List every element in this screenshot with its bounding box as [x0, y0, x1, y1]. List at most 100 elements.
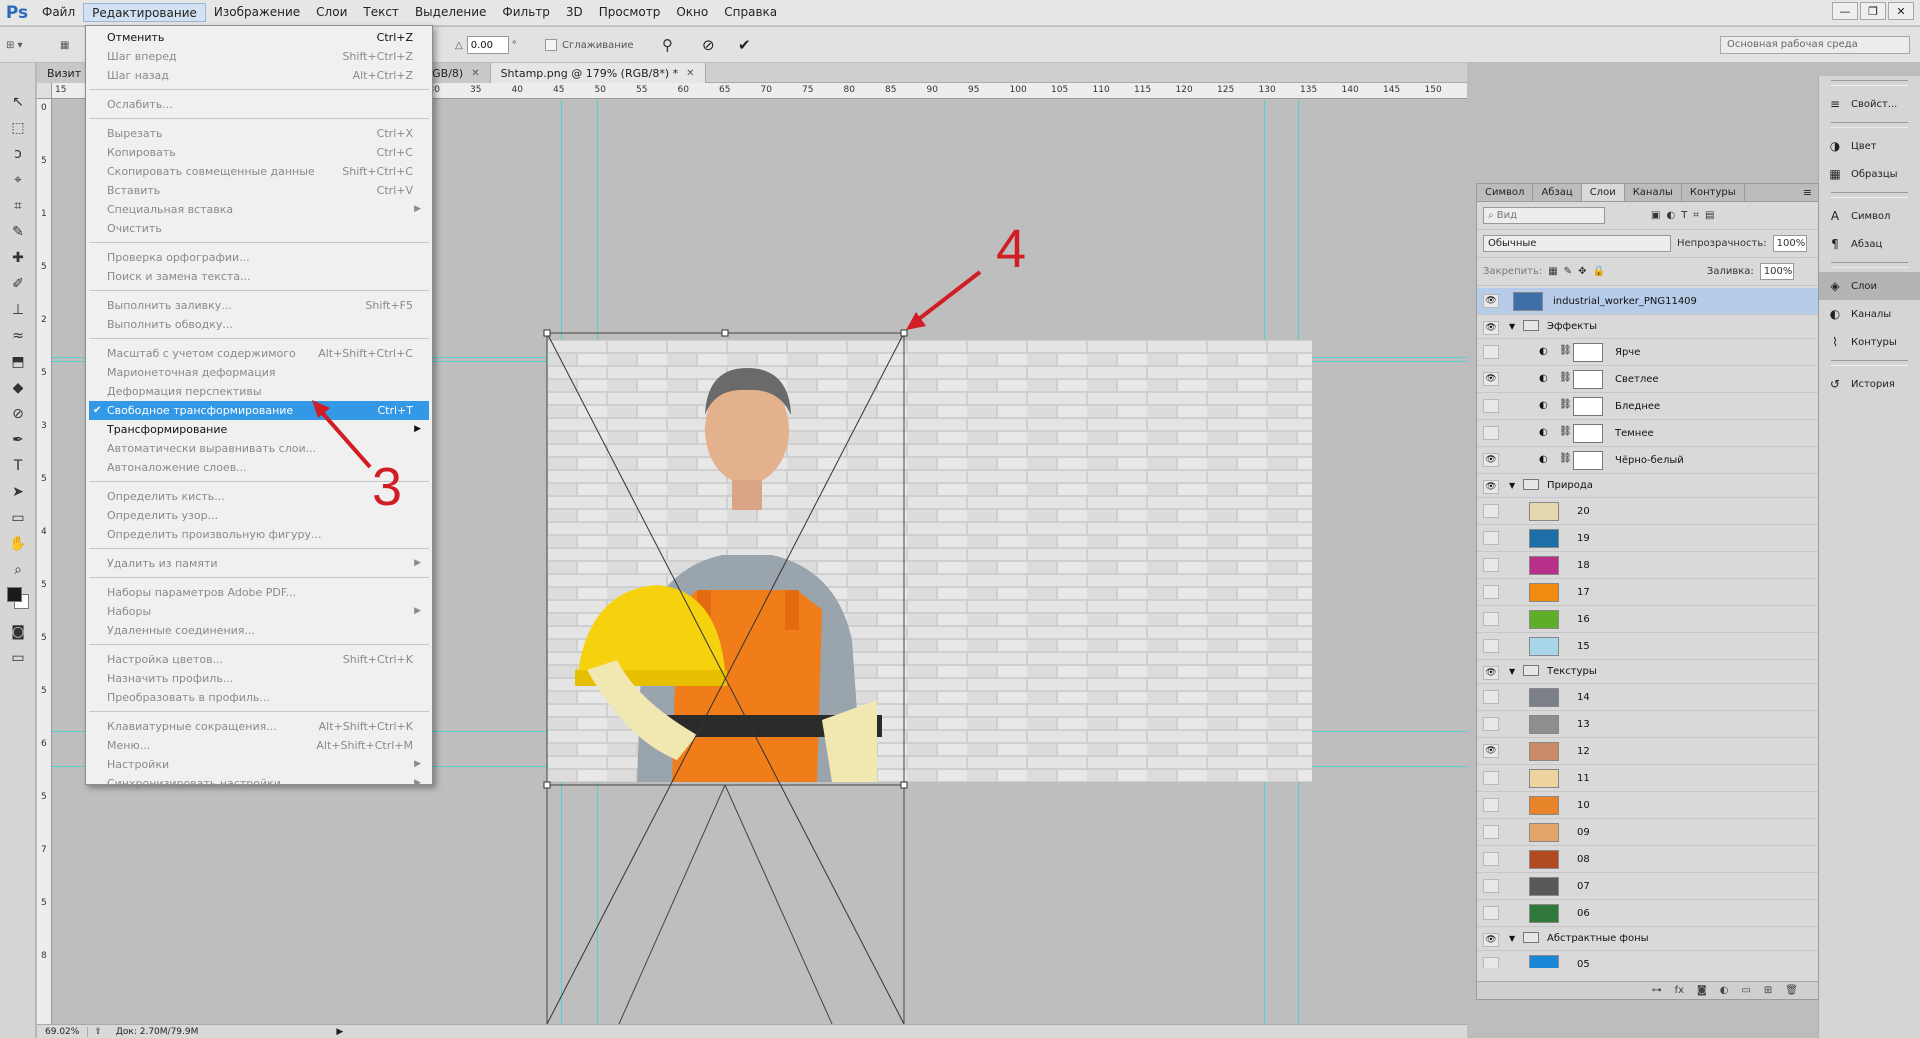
- menu-item-9-1[interactable]: Назначить профиль...: [89, 669, 429, 688]
- tool-icon-5[interactable]: ✎: [0, 219, 36, 245]
- menu-item-7-0[interactable]: Удалить из памяти ▶: [89, 554, 429, 573]
- tool-icon-9[interactable]: ≈: [0, 323, 36, 349]
- tool-icon-14[interactable]: T: [0, 453, 36, 479]
- lock-position-icon[interactable]: ✥: [1578, 266, 1586, 277]
- menu-item-10-3[interactable]: Синхронизировать настройки ▶: [89, 774, 429, 793]
- layer-filter-select[interactable]: ⌕ Вид: [1483, 207, 1605, 224]
- tool-icon-4[interactable]: ⌗: [0, 193, 36, 219]
- visibility-toggle[interactable]: [1483, 585, 1499, 599]
- visibility-toggle[interactable]: 👁: [1483, 372, 1499, 386]
- visibility-toggle[interactable]: [1483, 825, 1499, 839]
- document-tab[interactable]: Визит: [37, 63, 93, 83]
- layers-footer-icon[interactable]: ⊞: [1764, 985, 1772, 996]
- visibility-toggle[interactable]: [1483, 399, 1499, 413]
- menu-item-3-0[interactable]: Проверка орфографии...: [89, 248, 429, 267]
- visibility-toggle[interactable]: [1483, 426, 1499, 440]
- layer-row[interactable]: 13: [1477, 711, 1818, 738]
- layer-row[interactable]: 👁 ◐ ⛓ Светлее: [1477, 366, 1818, 393]
- filter-shape-icon[interactable]: ⌗: [1693, 210, 1699, 221]
- expand-triangle-icon[interactable]: ▼: [1509, 474, 1515, 498]
- layer-row[interactable]: ◐ ⛓ Бледнее: [1477, 393, 1818, 420]
- expand-triangle-icon[interactable]: ▼: [1509, 927, 1515, 951]
- fill-input[interactable]: 100%: [1759, 263, 1794, 280]
- visibility-toggle[interactable]: [1483, 957, 1499, 968]
- menu-6[interactable]: Фильтр: [494, 3, 557, 22]
- color-swatches[interactable]: [0, 583, 36, 619]
- visibility-toggle[interactable]: 👁: [1483, 666, 1499, 680]
- layers-footer-icon[interactable]: ▭: [1741, 985, 1750, 996]
- menu-10[interactable]: Справка: [716, 3, 785, 22]
- dock-grip[interactable]: [1831, 122, 1908, 128]
- menu-5[interactable]: Выделение: [407, 3, 494, 22]
- panel-menu-icon[interactable]: ≡: [1797, 184, 1818, 201]
- visibility-toggle[interactable]: 👁: [1483, 294, 1499, 308]
- menu-item-3-1[interactable]: Поиск и замена текста...: [89, 267, 429, 286]
- menu-item-5-1[interactable]: Марионеточная деформация: [89, 363, 429, 382]
- menu-item-8-1[interactable]: Наборы ▶: [89, 602, 429, 621]
- expand-triangle-icon[interactable]: ▼: [1509, 315, 1515, 339]
- share-icon[interactable]: ⇪: [88, 1027, 108, 1037]
- layer-row[interactable]: 09: [1477, 819, 1818, 846]
- menu-item-0-2[interactable]: Шаг назад Alt+Ctrl+Z: [89, 66, 429, 85]
- menu-item-10-2[interactable]: Настройки ▶: [89, 755, 429, 774]
- visibility-toggle[interactable]: 👁: [1483, 933, 1499, 947]
- close-icon[interactable]: ✕: [686, 64, 694, 83]
- reference-point-icon[interactable]: ▦: [60, 35, 69, 55]
- document-tab[interactable]: Shtamp.png @ 179% (RGB/8*) * ✕: [490, 63, 706, 83]
- menu-item-6-2[interactable]: Определить произвольную фигуру...: [89, 525, 429, 544]
- layer-row[interactable]: 14: [1477, 684, 1818, 711]
- dock-item[interactable]: ◈ Слои: [1819, 272, 1920, 300]
- tool-icon-7[interactable]: ✐: [0, 271, 36, 297]
- menu-item-5-4[interactable]: Трансформирование ▶: [89, 420, 429, 439]
- menu-0[interactable]: Файл: [34, 3, 83, 22]
- menu-item-2-2[interactable]: Скопировать совмещенные данные Shift+Ctrl…: [89, 162, 429, 181]
- menu-2[interactable]: Изображение: [206, 3, 308, 22]
- menu-item-2-0[interactable]: Вырезать Ctrl+X: [89, 124, 429, 143]
- dock-item[interactable]: ▦ Образцы: [1819, 160, 1920, 188]
- visibility-toggle[interactable]: [1483, 558, 1499, 572]
- tool-icon-8[interactable]: ⊥: [0, 297, 36, 323]
- tool-icon-3[interactable]: ⌖: [0, 167, 36, 193]
- menu-9[interactable]: Окно: [668, 3, 716, 22]
- tool-icon-0[interactable]: ↖: [0, 89, 36, 115]
- visibility-toggle[interactable]: [1483, 771, 1499, 785]
- screen-mode-icon[interactable]: ▭: [0, 645, 36, 671]
- layers-footer-icon[interactable]: fx: [1675, 985, 1684, 996]
- visibility-toggle[interactable]: [1483, 906, 1499, 920]
- menu-item-5-3[interactable]: ✔ Свободное трансформирование Ctrl+T: [89, 401, 429, 420]
- status-menu-arrow[interactable]: ▶: [336, 1027, 343, 1037]
- filter-pixel-icon[interactable]: ▣: [1651, 210, 1660, 221]
- dock-grip[interactable]: [1831, 262, 1908, 268]
- panel-tab[interactable]: Контуры: [1682, 184, 1745, 201]
- menu-8[interactable]: Просмотр: [591, 3, 669, 22]
- dock-grip[interactable]: [1831, 80, 1908, 86]
- layer-row[interactable]: 11: [1477, 765, 1818, 792]
- foreground-color-swatch[interactable]: [7, 587, 22, 602]
- layers-footer-icon[interactable]: ◐: [1720, 985, 1729, 996]
- layer-row[interactable]: 16: [1477, 606, 1818, 633]
- menu-item-2-1[interactable]: Копировать Ctrl+C: [89, 143, 429, 162]
- layer-row[interactable]: 👁 ▼ Абстрактные фоны: [1477, 927, 1818, 951]
- filter-smart-icon[interactable]: ▤: [1705, 210, 1714, 221]
- tool-icon-16[interactable]: ▭: [0, 505, 36, 531]
- menu-item-0-0[interactable]: Отменить Ctrl+Z: [89, 28, 429, 47]
- layer-row[interactable]: 10: [1477, 792, 1818, 819]
- dock-item[interactable]: ≡ Свойст...: [1819, 90, 1920, 118]
- layer-row[interactable]: 15: [1477, 633, 1818, 660]
- layer-row[interactable]: ◐ ⛓ Ярче: [1477, 339, 1818, 366]
- angle-input[interactable]: 0.00: [466, 36, 509, 54]
- layer-row[interactable]: 20: [1477, 498, 1818, 525]
- tool-icon-17[interactable]: ✋: [0, 531, 36, 557]
- menu-item-5-2[interactable]: Деформация перспективы: [89, 382, 429, 401]
- menu-item-1-0[interactable]: Ослабить...: [89, 95, 429, 114]
- layer-row[interactable]: 19: [1477, 525, 1818, 552]
- layer-row[interactable]: 👁 12: [1477, 738, 1818, 765]
- dock-grip[interactable]: [1831, 360, 1908, 366]
- antialias-checkbox[interactable]: [545, 39, 557, 51]
- minimize-button[interactable]: —: [1832, 2, 1858, 20]
- layer-row[interactable]: 👁 ◐ ⛓ Чёрно-белый: [1477, 447, 1818, 474]
- tool-icon-1[interactable]: ⬚: [0, 115, 36, 141]
- lock-image-icon[interactable]: ✎: [1564, 266, 1572, 277]
- menu-item-8-2[interactable]: Удаленные соединения...: [89, 621, 429, 640]
- visibility-toggle[interactable]: 👁: [1483, 321, 1499, 335]
